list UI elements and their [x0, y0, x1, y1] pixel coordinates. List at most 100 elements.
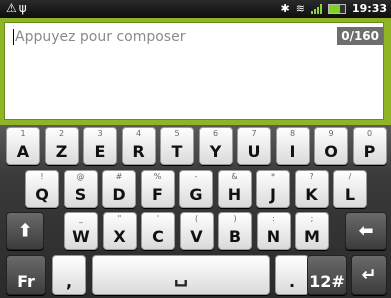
key-alt-label: 4 [135, 129, 142, 138]
key-main-label: Z [55, 142, 68, 161]
key-main-label: V [190, 227, 203, 246]
key-y[interactable]: 6Y [198, 127, 233, 165]
key-main-label: P [363, 142, 376, 161]
key-x[interactable]: " X [102, 212, 137, 250]
key-a[interactable]: 1A [6, 127, 40, 165]
key-alt-label: 8 [289, 129, 296, 138]
bluetooth-icon: ✱ [280, 2, 290, 15]
key-t[interactable]: 5T [160, 127, 194, 165]
key-main-label: K [305, 185, 318, 204]
key-alt-label: _ [79, 214, 83, 223]
key-b[interactable]: ) B [218, 212, 252, 250]
key-alt-label: & [231, 172, 238, 181]
key-main-label: Fr [17, 272, 35, 291]
key-s[interactable]: @ S [63, 170, 98, 208]
key-main-label: S [74, 185, 87, 204]
enter-key[interactable]: ↵ [351, 255, 387, 295]
key-main-label: U [247, 142, 261, 161]
key-alt-label: 7 [251, 129, 257, 138]
key-l[interactable]: / L [333, 170, 367, 208]
key-n[interactable]: :N [256, 212, 291, 250]
key-f[interactable]: % F [140, 170, 175, 208]
key-main-label: T [171, 142, 183, 161]
key-main-label: J [270, 185, 276, 204]
character-counter: 0/160 [337, 27, 383, 45]
key-main-label: Y [209, 142, 222, 161]
signal-icon [310, 3, 322, 14]
key-h[interactable]: & H [217, 170, 252, 208]
clock-time: 19:33 [351, 2, 387, 15]
shift-icon: ⬆ [17, 220, 33, 242]
key-alt-label: * [271, 172, 275, 181]
key-main-label: M [304, 227, 320, 246]
key-o[interactable]: 9O [314, 127, 348, 165]
key-main-label: C [152, 227, 164, 246]
message-input[interactable]: Appuyez pour composer 0/160 [4, 22, 384, 120]
key-p[interactable]: 0P [352, 127, 387, 165]
key-alt-label: ) [233, 214, 237, 223]
battery-icon [327, 3, 346, 14]
key-alt-label: 5 [174, 129, 180, 138]
key-main-label: E [94, 142, 106, 161]
key-alt-label: ! [40, 172, 44, 181]
status-left-icons: ⚠ψ [6, 1, 29, 15]
key-alt-label: ( [194, 214, 199, 223]
enter-icon: ↵ [361, 264, 377, 286]
message-placeholder: Appuyez pour composer [15, 29, 186, 45]
space-key[interactable]: ␣ [92, 255, 270, 295]
key-e[interactable]: 3E [83, 127, 117, 165]
key-alt-label: 9 [328, 129, 334, 138]
key-alt-label: ' [156, 214, 160, 223]
key-alt-label: : [272, 214, 275, 223]
key-alt-label: ; [310, 214, 314, 223]
key-main-label: Q [35, 185, 49, 204]
key-main-label: R [132, 142, 145, 161]
key-main-label: I [289, 142, 296, 161]
key-alt-label: 6 [212, 129, 219, 138]
key-main-label: . [288, 272, 296, 291]
key-main-label: F [152, 185, 163, 204]
key-c[interactable]: ' C [141, 212, 175, 250]
key-j[interactable]: * J [256, 170, 290, 208]
period-key[interactable]: . [275, 255, 309, 295]
key-main-label: W [72, 227, 90, 246]
key-main-label: , [65, 272, 73, 291]
key-main-label: L [344, 185, 356, 204]
key-alt-label: ? [309, 172, 314, 181]
key-alt-label: % [153, 172, 162, 181]
key-alt-label: # [115, 172, 123, 181]
key-i[interactable]: 8I [275, 127, 310, 165]
key-z[interactable]: 2Z [44, 127, 79, 165]
key-d[interactable]: # D [102, 170, 136, 208]
key-main-label: O [324, 142, 338, 161]
key-k[interactable]: ? K [294, 170, 329, 208]
key-main-label: H [227, 185, 242, 204]
backspace-icon: ⬅ [358, 220, 374, 242]
key-q[interactable]: ! Q [25, 170, 59, 208]
key-m[interactable]: ; M [295, 212, 329, 250]
key-main-label: N [266, 227, 281, 246]
key-alt-label: 3 [97, 129, 103, 138]
status-bar: ⚠ψ ✱ ≋ 19:33 [0, 0, 391, 18]
language-key[interactable]: Fr [6, 255, 46, 295]
key-v[interactable]: (V [179, 212, 214, 250]
key-alt-label: - [194, 172, 198, 181]
key-main-label: G [189, 185, 203, 204]
status-right-icons: ✱ ≋ 19:33 [281, 2, 387, 15]
key-alt-label: 2 [58, 129, 65, 138]
key-main-label: D [112, 185, 126, 204]
key-u[interactable]: 7U [237, 127, 271, 165]
warning-icon: ⚠ [6, 1, 19, 15]
key-main-label: X [113, 227, 126, 246]
key-alt-label: " [117, 214, 122, 223]
key-g[interactable]: -G [179, 170, 213, 208]
key-r[interactable]: 4R [121, 127, 156, 165]
shift-key[interactable]: ⬆ [6, 212, 44, 250]
symbols-key[interactable]: 12# [307, 255, 347, 295]
backspace-key[interactable]: ⬅ [345, 212, 387, 250]
wifi-icon: ≋ [295, 2, 305, 15]
usb-icon: ψ [18, 1, 29, 15]
key-w[interactable]: _ W [64, 212, 98, 250]
comma-key[interactable]: , [52, 255, 86, 295]
key-main-label: B [228, 227, 242, 246]
